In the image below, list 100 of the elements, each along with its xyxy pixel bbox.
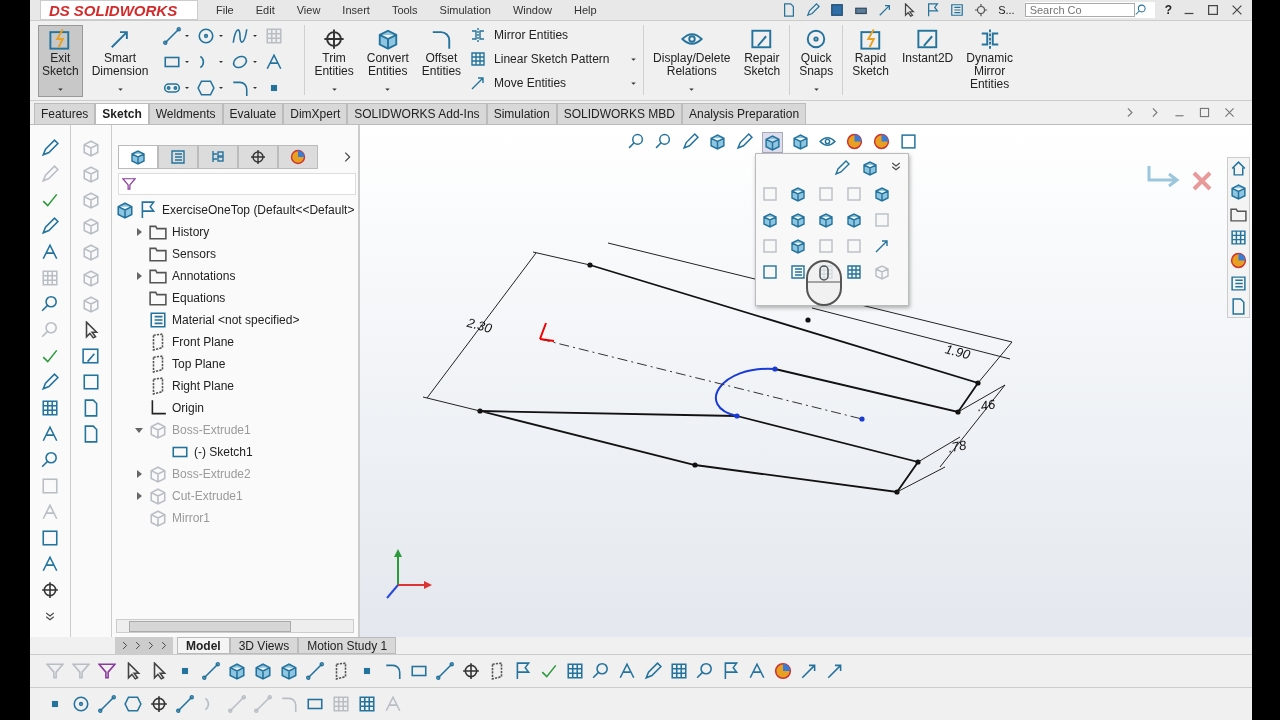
manager-tab[interactable] (118, 145, 158, 169)
menu-item[interactable]: Help (574, 4, 597, 16)
dimension-value[interactable]: .78 (946, 437, 968, 456)
list-icon[interactable] (950, 3, 965, 17)
double-chevron-icon[interactable] (890, 160, 902, 172)
circle-icon[interactable] (197, 27, 216, 45)
ellipse-icon[interactable] (231, 53, 250, 71)
maximize-icon[interactable] (1206, 3, 1220, 17)
caret-icon[interactable] (183, 84, 192, 92)
document-icon[interactable] (82, 399, 100, 417)
line-icon[interactable] (176, 695, 194, 713)
cube-icon[interactable] (792, 133, 809, 150)
cube-icon[interactable] (709, 133, 726, 150)
triangle-icon[interactable] (618, 662, 636, 680)
filter-icon[interactable] (122, 177, 136, 191)
maximize-icon[interactable] (1198, 106, 1211, 119)
expand-arrow-icon[interactable] (135, 228, 143, 236)
magnifier-icon[interactable] (655, 133, 672, 150)
magnifier-icon[interactable] (628, 133, 645, 150)
tree-item[interactable]: Sensors (172, 247, 217, 261)
pen-icon[interactable] (41, 139, 59, 157)
caret-icon[interactable] (383, 85, 393, 94)
menu-item[interactable]: Window (512, 4, 553, 16)
cube-icon[interactable] (376, 28, 399, 50)
tree-item[interactable]: Right Plane (172, 379, 235, 393)
close-icon[interactable] (1230, 3, 1244, 17)
grid-icon[interactable] (566, 662, 584, 680)
ribbon-button[interactable]: Smart Dimension (87, 25, 153, 97)
caret-icon[interactable] (55, 85, 65, 94)
lightning-icon[interactable] (859, 28, 882, 50)
triangle-icon[interactable] (748, 662, 766, 680)
help-button[interactable]: ? (1164, 3, 1172, 17)
tree-item[interactable]: History (172, 225, 210, 239)
command-tab[interactable]: Weldments (148, 103, 223, 124)
caret-icon[interactable] (217, 84, 226, 92)
flag-icon[interactable] (722, 662, 740, 680)
list-icon[interactable] (170, 149, 186, 165)
square-icon[interactable] (41, 529, 59, 547)
cube-icon[interactable] (862, 160, 878, 176)
magnifier-icon[interactable] (696, 662, 714, 680)
grid-icon[interactable] (846, 264, 862, 280)
ribbon-button[interactable]: Trim Entities (310, 25, 358, 97)
caret-icon[interactable] (251, 32, 260, 40)
manager-tab[interactable] (278, 145, 318, 169)
tree-item[interactable]: Front Plane (172, 335, 235, 349)
corner-icon[interactable] (231, 79, 250, 97)
cube-icon[interactable] (130, 149, 146, 165)
tree-item[interactable]: Equations (172, 291, 226, 305)
collapse-arrow-icon[interactable] (135, 426, 143, 434)
caret-icon[interactable] (217, 58, 226, 66)
tree-item[interactable]: Top Plane (172, 357, 226, 371)
filter-icon[interactable] (98, 662, 116, 680)
grid-icon[interactable] (41, 399, 59, 417)
color-wheel-icon[interactable] (290, 149, 306, 165)
home-icon[interactable] (1230, 160, 1247, 177)
grid-icon[interactable] (670, 662, 688, 680)
cube-icon[interactable] (254, 662, 272, 680)
cube-icon[interactable] (280, 662, 298, 680)
cube-icon[interactable] (874, 186, 890, 202)
corner-icon[interactable] (384, 662, 402, 680)
hexagon-icon[interactable] (124, 695, 142, 713)
list-icon[interactable] (790, 264, 806, 280)
command-tab[interactable]: SOLIDWORKS MBD (556, 103, 682, 124)
list-icon[interactable] (1230, 275, 1247, 292)
ribbon-button[interactable]: Repair Sketch (739, 25, 785, 97)
ribbon-button[interactable]: Exit Sketch (38, 25, 83, 97)
arrow-icon[interactable] (826, 662, 844, 680)
triangle-icon[interactable] (265, 53, 284, 71)
check-icon[interactable] (41, 347, 59, 365)
model-tab[interactable]: 3D Views (229, 637, 299, 654)
ribbon-button[interactable]: Convert Entities (362, 25, 413, 97)
menu-item[interactable]: View (296, 4, 321, 16)
magnifier-icon[interactable] (41, 451, 59, 469)
arrow-icon[interactable] (878, 3, 893, 17)
caret-icon[interactable] (687, 85, 697, 94)
square-icon[interactable] (900, 133, 917, 150)
check-icon[interactable] (41, 191, 59, 209)
grid-icon[interactable] (358, 695, 376, 713)
cube-icon[interactable] (790, 212, 806, 228)
tree-item[interactable]: Material <not specified> (172, 313, 300, 327)
line-icon[interactable] (163, 27, 182, 45)
hexagon-icon[interactable] (197, 79, 216, 97)
expand-arrow-icon[interactable] (135, 470, 143, 478)
grid-icon[interactable] (1230, 229, 1247, 246)
square-icon[interactable] (82, 373, 100, 391)
magnifier-icon[interactable] (592, 662, 610, 680)
cube-icon[interactable] (228, 662, 246, 680)
arrow-icon[interactable] (470, 75, 487, 91)
command-tab[interactable]: Simulation (486, 103, 557, 124)
tree-item[interactable]: (-) Sketch1 (194, 445, 253, 459)
command-tab[interactable]: Analysis Preparation (682, 103, 807, 124)
color-wheel-icon[interactable] (774, 662, 792, 680)
crosshair-icon[interactable] (462, 662, 480, 680)
pen-icon[interactable] (41, 217, 59, 235)
ribbon-button[interactable]: Display/Delete Relations (649, 25, 735, 97)
crosshair-icon[interactable] (150, 695, 168, 713)
cube-icon[interactable] (762, 212, 778, 228)
cube-icon[interactable] (790, 186, 806, 202)
dimension-value[interactable]: .46 (975, 396, 997, 415)
spline-icon[interactable] (231, 27, 250, 45)
